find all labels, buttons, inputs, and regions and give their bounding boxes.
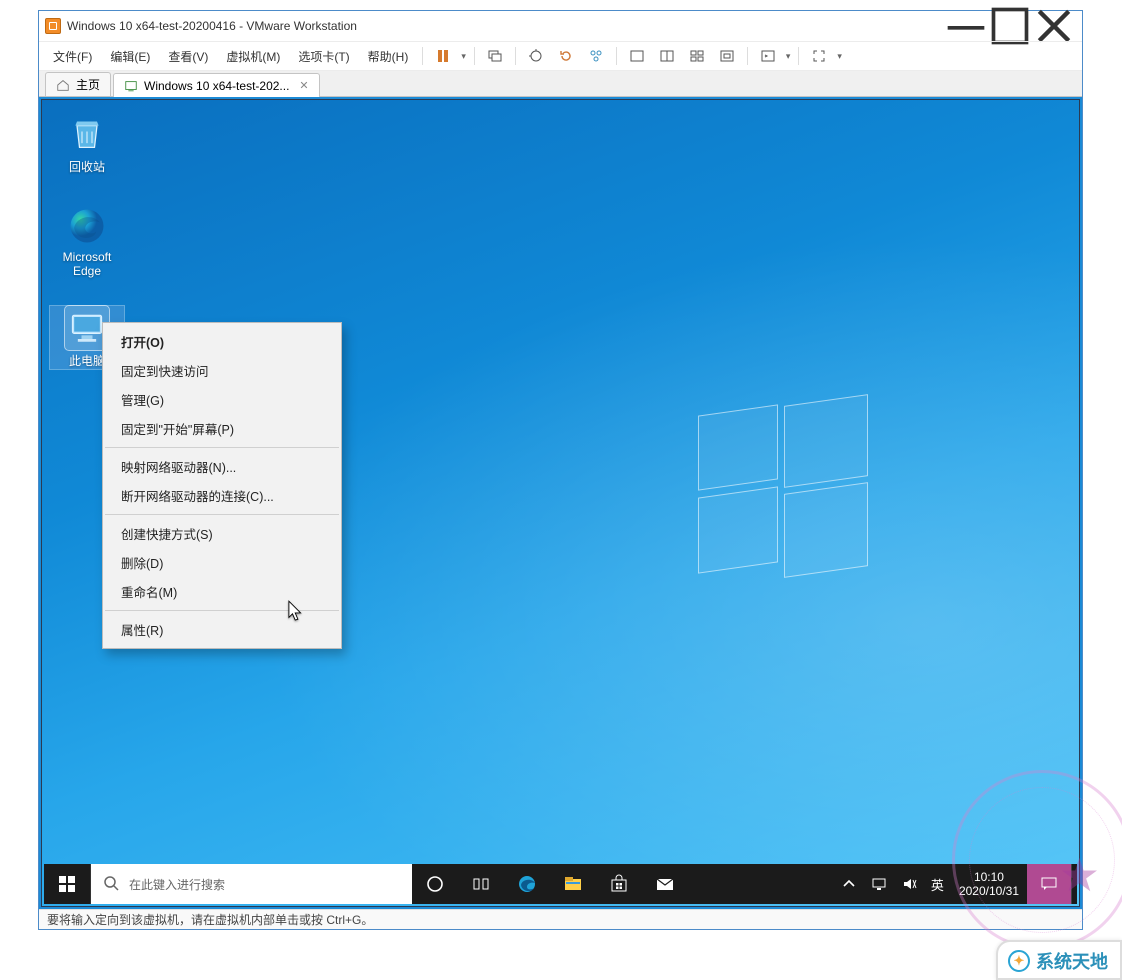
fullscreen-button[interactable] — [805, 44, 833, 68]
vmware-app-icon — [45, 18, 61, 34]
window-title: Windows 10 x64-test-20200416 - VMware Wo… — [67, 19, 357, 33]
brand-text: 系统天地 — [1036, 948, 1108, 974]
ctx-open[interactable]: 打开(O) — [103, 327, 341, 356]
start-button[interactable] — [44, 864, 90, 904]
view-thumb-button[interactable] — [683, 44, 711, 68]
menu-file[interactable]: 文件(F) — [45, 44, 100, 69]
snapshot-revert-button[interactable] — [552, 44, 580, 68]
console-button[interactable] — [754, 44, 782, 68]
desktop-icon-recycle-bin[interactable]: 回收站 — [50, 112, 124, 175]
desktop-icon-edge[interactable]: Microsoft Edge — [50, 204, 124, 278]
ctx-create-shortcut[interactable]: 创建快捷方式(S) — [103, 519, 341, 548]
home-icon — [56, 78, 70, 92]
menu-help[interactable]: 帮助(H) — [360, 44, 417, 69]
vm-tab-icon — [124, 79, 138, 93]
window-close-button[interactable] — [1032, 11, 1076, 41]
tab-home-label: 主页 — [76, 76, 100, 93]
desktop-icon-label: Microsoft — [50, 250, 124, 264]
taskbar-app-explorer[interactable] — [550, 864, 596, 904]
snapshot-take-button[interactable] — [522, 44, 550, 68]
statusbar-text: 要将输入定向到该虚拟机，请在虚拟机内部单击或按 Ctrl+G。 — [47, 911, 373, 928]
ctx-map-network-drive[interactable]: 映射网络驱动器(N)... — [103, 452, 341, 481]
snapshot-manager-button[interactable] — [582, 44, 610, 68]
task-view-button[interactable] — [458, 864, 504, 904]
ctx-manage[interactable]: 管理(G) — [103, 385, 341, 414]
tab-vm[interactable]: Windows 10 x64-test-202... ✕ — [113, 73, 320, 97]
taskbar-app-store[interactable] — [596, 864, 642, 904]
guest-taskbar: 在此键入进行搜索 英 10:10 2020/10/31 — [44, 864, 1077, 904]
tab-home[interactable]: 主页 — [45, 72, 111, 96]
console-dropdown-icon[interactable]: ▾ — [784, 51, 793, 62]
search-icon — [103, 875, 119, 894]
menu-tabs[interactable]: 选项卡(T) — [290, 44, 357, 69]
taskbar-search-placeholder: 在此键入进行搜索 — [129, 876, 225, 893]
tab-close-icon[interactable]: ✕ — [299, 79, 308, 92]
ctx-disconnect-network-drive[interactable]: 断开网络驱动器的连接(C)... — [103, 481, 341, 510]
windows-logo-wallpaper — [698, 400, 868, 570]
cortana-button[interactable] — [412, 864, 458, 904]
taskbar-app-edge[interactable] — [504, 864, 550, 904]
context-menu-this-pc: 打开(O) 固定到快速访问 管理(G) 固定到"开始"屏幕(P) 映射网络驱动器… — [102, 322, 342, 649]
ctx-pin-start[interactable]: 固定到"开始"屏幕(P) — [103, 414, 341, 443]
menu-vm[interactable]: 虚拟机(M) — [218, 44, 288, 69]
brand-logo-icon: ✦ — [1008, 950, 1030, 972]
ctx-pin-quick-access[interactable]: 固定到快速访问 — [103, 356, 341, 385]
view-split-button[interactable] — [653, 44, 681, 68]
taskbar-search-box[interactable]: 在此键入进行搜索 — [90, 864, 412, 904]
ctx-delete[interactable]: 删除(D) — [103, 548, 341, 577]
window-minimize-button[interactable] — [944, 11, 988, 41]
desktop-icon-label: 回收站 — [50, 158, 124, 175]
view-unity-button[interactable] — [713, 44, 741, 68]
pause-vm-button[interactable] — [429, 44, 457, 68]
tab-vm-label: Windows 10 x64-test-202... — [144, 79, 289, 93]
tray-volume-icon[interactable] — [894, 864, 924, 904]
brand-badge: ✦ 系统天地 — [996, 940, 1122, 980]
tray-chevron-up-icon[interactable] — [834, 864, 864, 904]
recycle-bin-icon — [65, 112, 109, 156]
window-maximize-button[interactable] — [988, 11, 1032, 41]
tray-ime-indicator[interactable]: 英 — [924, 864, 951, 904]
power-dropdown-icon[interactable]: ▾ — [459, 51, 468, 62]
guest-desktop-wallpaper[interactable]: 回收站 Microsoft Edge 此电脑 打开(O) 固定到快速访问 管理(… — [41, 99, 1080, 907]
menu-edit[interactable]: 编辑(E) — [102, 44, 158, 69]
menu-view[interactable]: 查看(V) — [160, 44, 216, 69]
fullscreen-dropdown-icon[interactable]: ▾ — [835, 51, 844, 62]
edge-icon — [65, 204, 109, 248]
watermark-star-icon: ★ — [1059, 848, 1100, 902]
send-ctrl-alt-del-button[interactable] — [481, 44, 509, 68]
desktop-icon-label: Edge — [50, 264, 124, 278]
taskbar-app-mail[interactable] — [642, 864, 688, 904]
tray-network-icon[interactable] — [864, 864, 894, 904]
view-single-button[interactable] — [623, 44, 651, 68]
